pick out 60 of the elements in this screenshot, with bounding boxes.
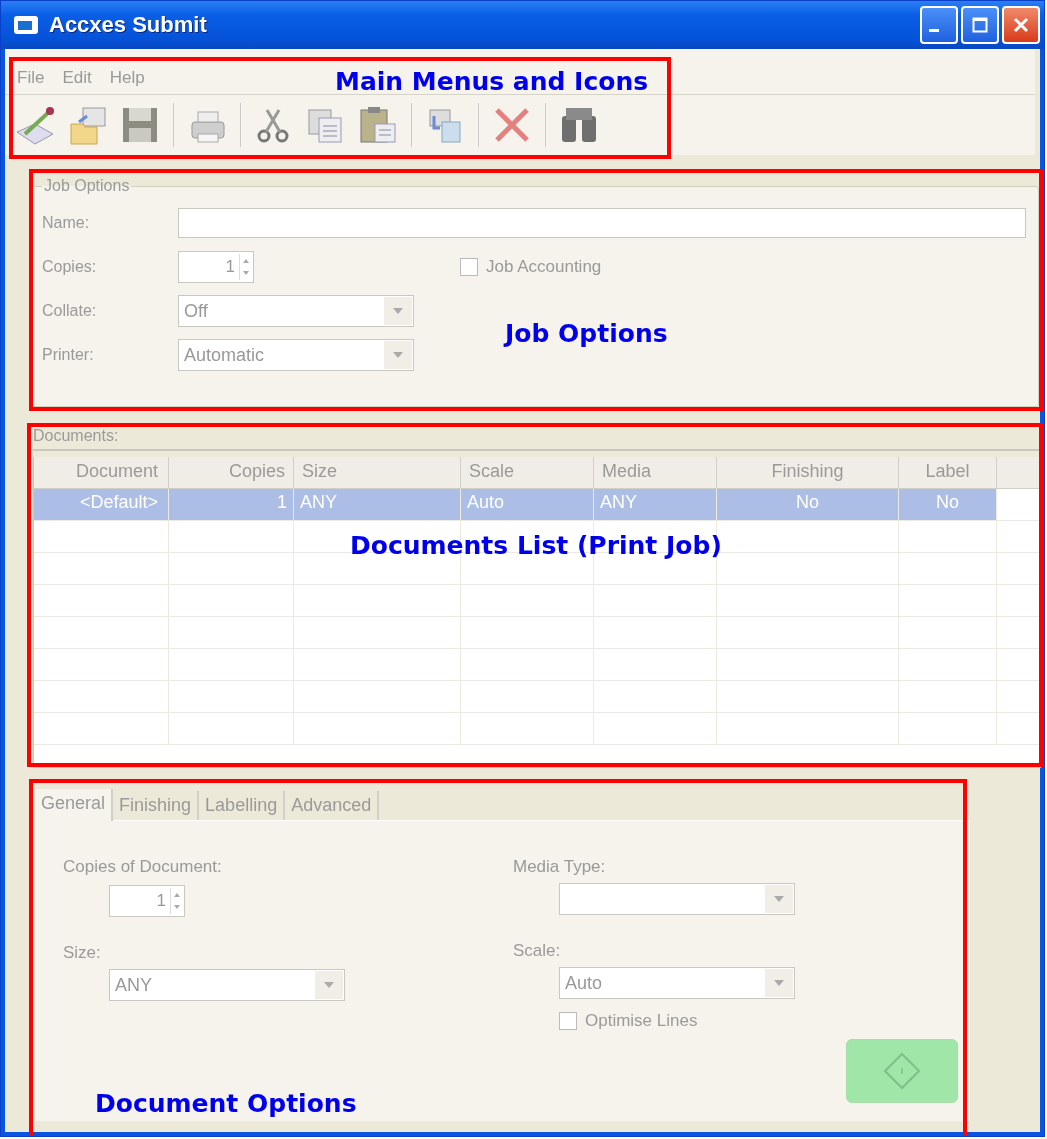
copies-spinner[interactable]: 1 [178, 251, 254, 283]
printer-label: Printer: [42, 346, 95, 364]
menu-item[interactable]: Help [109, 67, 145, 88]
copies-label: Copies: [42, 258, 98, 276]
column-header[interactable]: Copies [169, 457, 294, 488]
copies-of-document-label: Copies of Document: [63, 857, 223, 878]
scale-dropdown[interactable]: Auto [559, 967, 795, 999]
caret-icon [323, 981, 335, 989]
annotation-label: Job Options [505, 319, 668, 348]
checkbox-label: Job Accounting [486, 257, 602, 277]
table-cell: No [717, 489, 899, 520]
caret-icon [773, 895, 785, 903]
table-cell: ANY [294, 489, 461, 520]
group-title: Job Options [43, 177, 131, 195]
annotation-label: Main Menus and Icons [335, 67, 649, 96]
table-cell: No [899, 489, 997, 520]
caret-icon [392, 351, 404, 359]
maximize-button[interactable] [961, 6, 999, 44]
documents-label: Documents: [33, 427, 1039, 451]
media-type-label: Media Type: [513, 857, 607, 878]
app-icon [13, 15, 39, 35]
column-header[interactable]: Size [294, 457, 461, 488]
caret-icon [392, 307, 404, 315]
spin-arrows-icon [239, 254, 252, 280]
size-label: Size: [63, 943, 102, 964]
checkbox[interactable] [559, 1012, 577, 1030]
checkbox[interactable] [460, 258, 478, 276]
column-header[interactable]: Media [594, 457, 717, 488]
close-button[interactable] [1002, 6, 1040, 44]
close-icon [1013, 17, 1029, 33]
column-header[interactable]: Document [34, 457, 169, 488]
table-cell: ANY [594, 489, 717, 520]
scale-label: Scale: [513, 941, 562, 962]
collate-label: Collate: [42, 302, 98, 320]
diamond-icon [882, 1051, 922, 1091]
spin-arrows-icon [170, 888, 183, 914]
go-button[interactable] [846, 1039, 958, 1103]
column-header[interactable]: Finishing [717, 457, 899, 488]
column-header[interactable]: Scale [461, 457, 594, 488]
checkbox-label: Optimise Lines [585, 1011, 698, 1031]
menu-item[interactable]: Edit [62, 67, 92, 88]
table-cell: <Default> [34, 489, 169, 520]
copies-spinner[interactable]: 1 [109, 885, 185, 917]
minimize-button[interactable] [920, 6, 958, 44]
annotation-label: Document Options [95, 1089, 357, 1118]
size-dropdown[interactable]: ANY [109, 969, 345, 1001]
name-label: Name: [42, 214, 91, 232]
annotation-label: Documents List (Print Job) [350, 531, 722, 560]
window-title: Accxes Submit [49, 12, 207, 38]
media-type-dropdown[interactable] [559, 883, 795, 915]
minimize-icon [929, 28, 939, 32]
collate-dropdown[interactable]: Off [178, 295, 414, 327]
caret-icon [773, 979, 785, 987]
maximize-icon [972, 17, 988, 33]
tab[interactable]: General [35, 789, 114, 821]
printer-dropdown[interactable]: Automatic [178, 339, 414, 371]
column-header[interactable]: Label [899, 457, 997, 488]
table-cell: 1 [169, 489, 294, 520]
menu-item[interactable]: File [17, 67, 45, 88]
table-cell: Auto [461, 489, 594, 520]
